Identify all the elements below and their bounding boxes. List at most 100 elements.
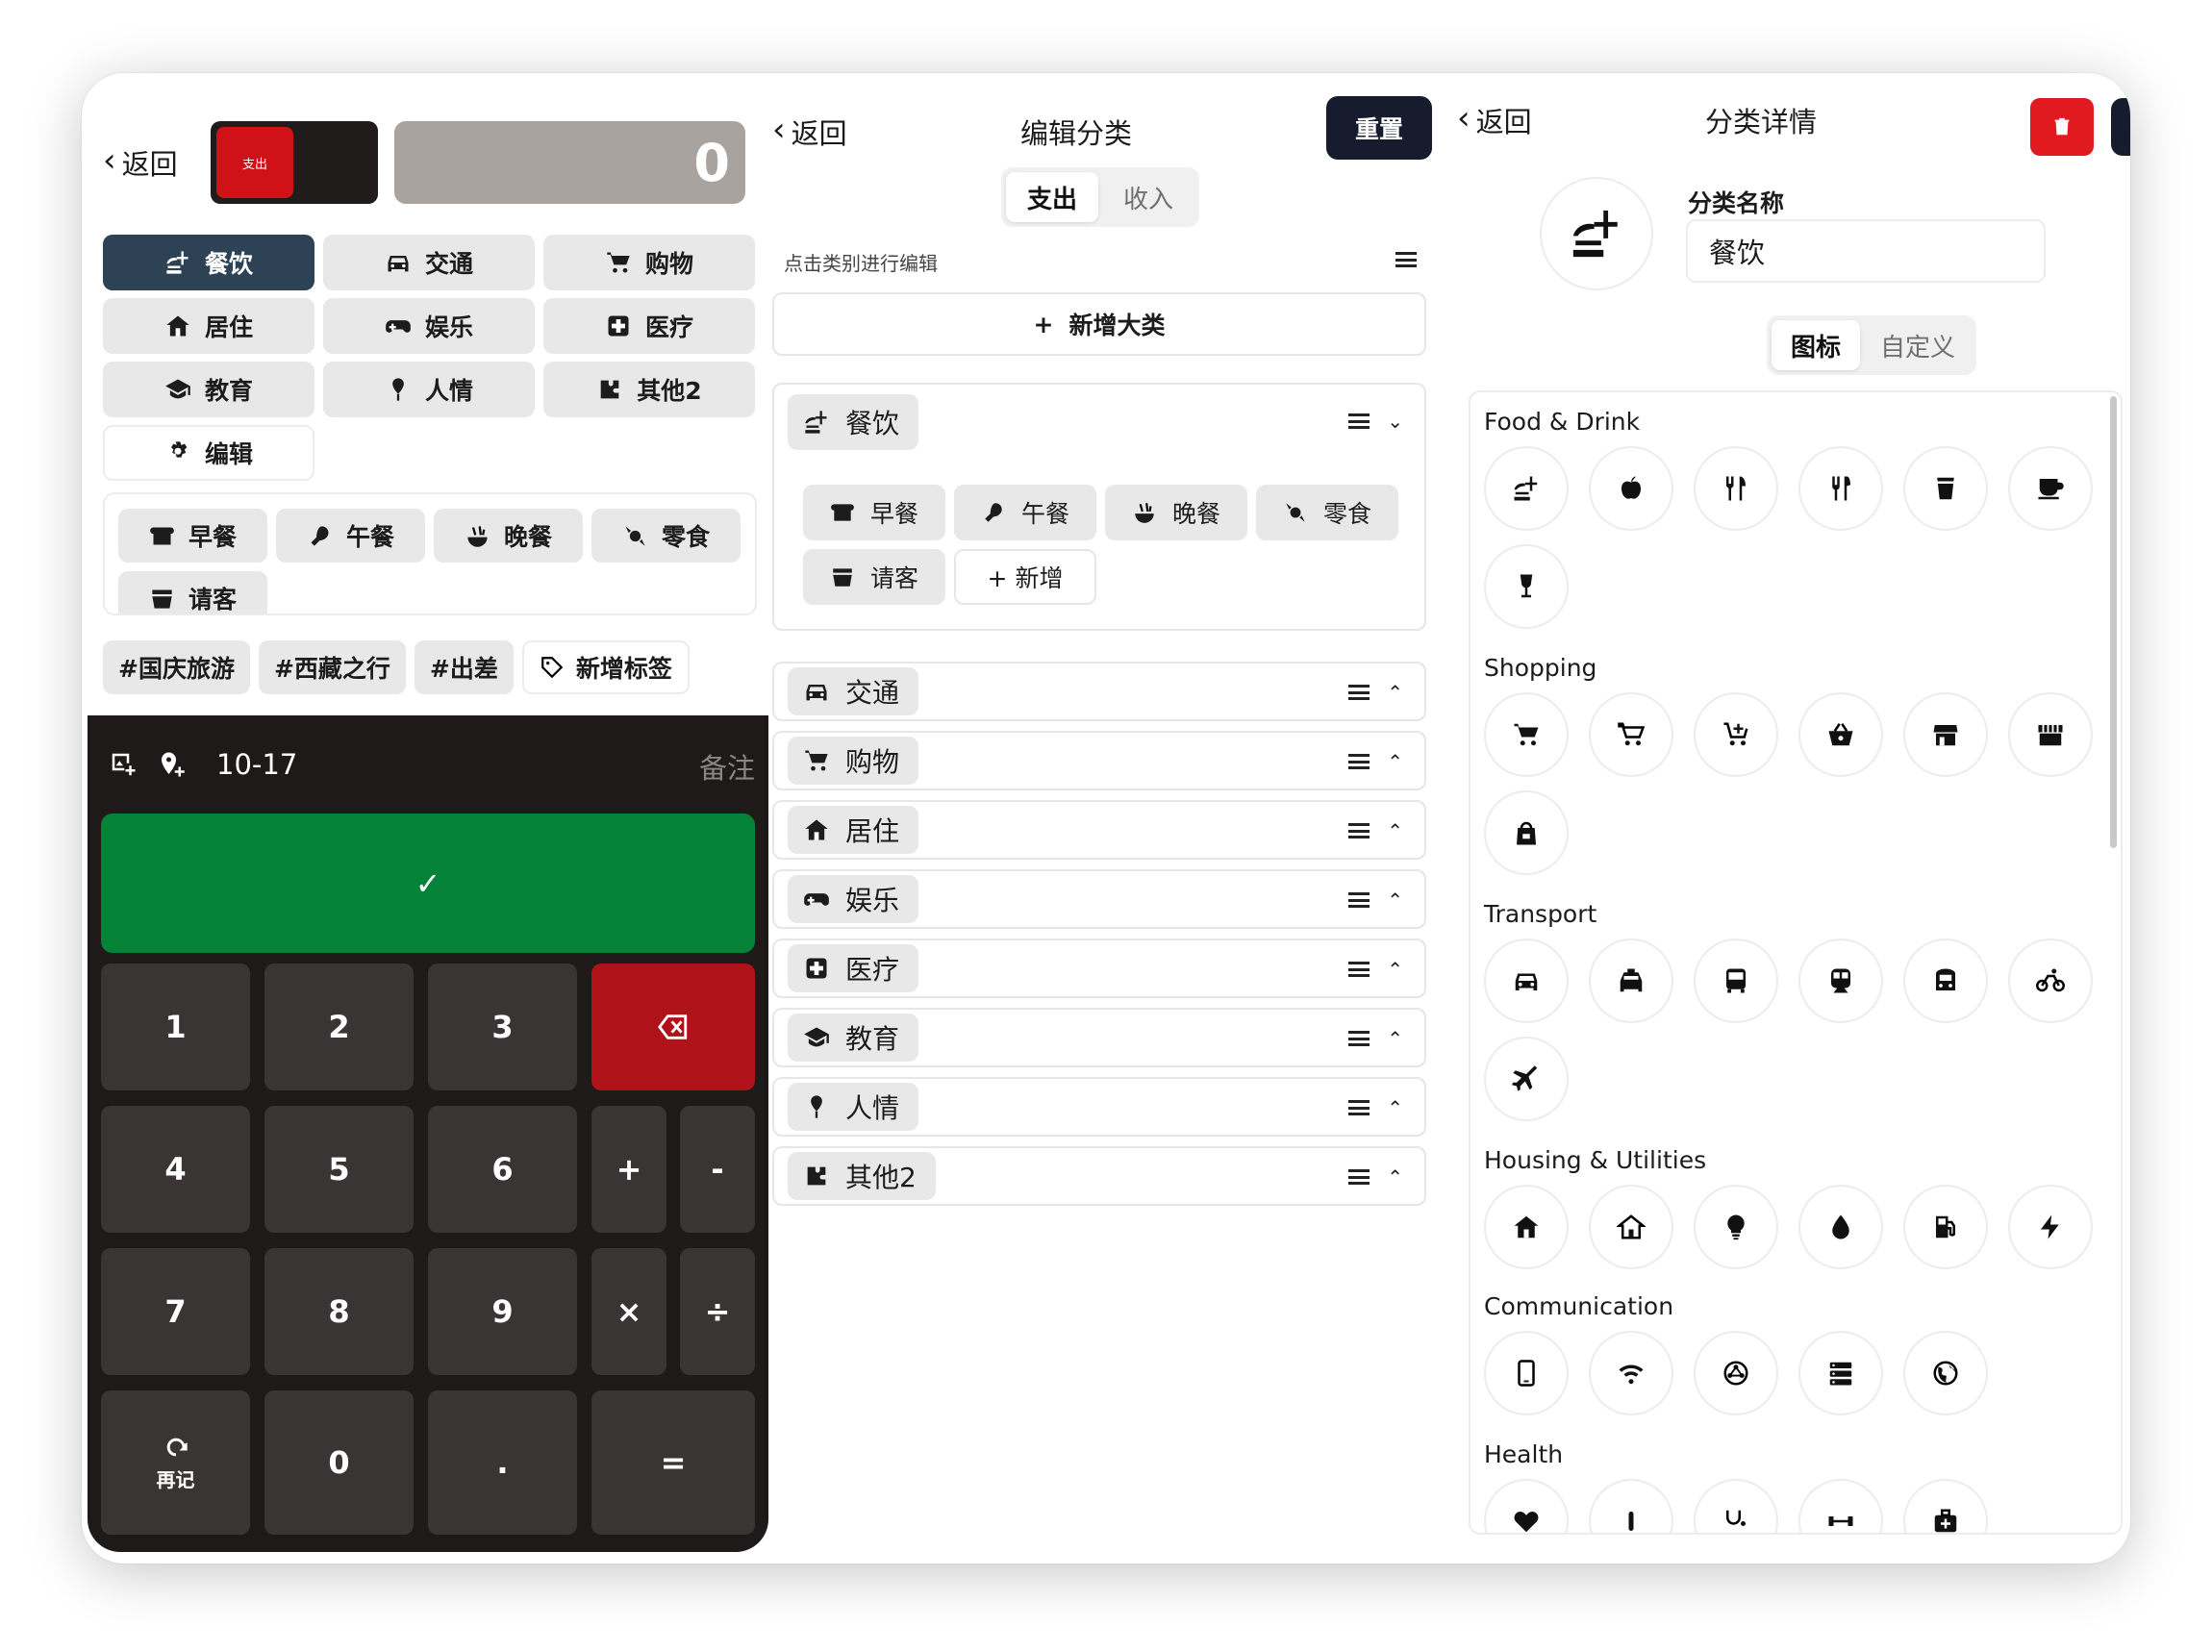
date-picker[interactable]: 10-17: [216, 748, 297, 781]
icon-option[interactable]: [2008, 692, 2093, 777]
key-2[interactable]: 2: [264, 964, 414, 1090]
chevron-up-icon[interactable]: ⌃: [1387, 960, 1403, 979]
type-toggle[interactable]: 支出: [211, 121, 378, 204]
confirm-button[interactable]: ✓: [101, 813, 755, 953]
icon-option[interactable]: [1484, 544, 1569, 629]
icon-option[interactable]: [1484, 1037, 1569, 1121]
icon-option[interactable]: [1903, 939, 1988, 1023]
note-field[interactable]: 备注: [699, 746, 755, 787]
key-4[interactable]: 4: [101, 1106, 250, 1233]
icon-option[interactable]: [1589, 446, 1673, 531]
category-button[interactable]: 教育: [103, 362, 314, 417]
tab-custom[interactable]: 自定义: [1864, 320, 1972, 370]
category-card-expanded[interactable]: 餐饮 ⌄ 早餐 午餐 晚餐 零食 请客 + 新增: [772, 383, 1426, 631]
subcategory-chip[interactable]: 请客: [803, 549, 945, 605]
tag-chip[interactable]: #西藏之行: [258, 640, 406, 694]
icon-option[interactable]: [1798, 1479, 1883, 1533]
subcategory-chip[interactable]: 早餐: [803, 485, 945, 540]
back-button[interactable]: ‹ 返回: [1457, 100, 1532, 140]
back-button[interactable]: ‹ 返回: [772, 112, 847, 152]
subcategory-chip[interactable]: 零食: [1256, 485, 1398, 540]
key-9[interactable]: 9: [428, 1248, 577, 1375]
chevron-up-icon[interactable]: ⌃: [1387, 890, 1403, 910]
category-card[interactable]: 交通 ⌃: [772, 662, 1426, 721]
tab-income[interactable]: 收入: [1102, 172, 1194, 222]
backspace-button[interactable]: [591, 964, 755, 1090]
decimal-key[interactable]: .: [428, 1390, 577, 1535]
add-major-category-button[interactable]: + 新增大类: [772, 292, 1426, 356]
subcategory-button[interactable]: 午餐: [276, 509, 425, 563]
category-chip[interactable]: 人情: [788, 1083, 919, 1131]
chevron-up-icon[interactable]: ⌃: [1387, 1098, 1403, 1117]
subcategory-button[interactable]: 请客: [118, 571, 267, 613]
drag-handle-icon[interactable]: [1348, 823, 1370, 839]
icon-option[interactable]: [1589, 1479, 1673, 1533]
icon-option[interactable]: [1484, 692, 1569, 777]
delete-button[interactable]: [2030, 98, 2094, 156]
drag-handle-icon[interactable]: [1348, 1169, 1370, 1185]
subcategory-chip[interactable]: 晚餐: [1105, 485, 1247, 540]
icon-option[interactable]: [1484, 1331, 1569, 1415]
times-key[interactable]: ×: [591, 1248, 666, 1375]
drag-handle-icon[interactable]: [1348, 754, 1370, 769]
category-button[interactable]: 居住: [103, 298, 314, 354]
key-3[interactable]: 3: [428, 964, 577, 1090]
icon-option[interactable]: [1798, 939, 1883, 1023]
icon-option[interactable]: [1798, 692, 1883, 777]
chevron-down-icon[interactable]: ⌄: [1387, 412, 1403, 431]
key-6[interactable]: 6: [428, 1106, 577, 1233]
tag-chip[interactable]: #出差: [414, 640, 514, 694]
icon-option[interactable]: [1589, 1185, 1673, 1269]
category-chip[interactable]: 交通: [788, 667, 919, 715]
edit-categories-button[interactable]: 编辑: [103, 425, 314, 481]
icon-option[interactable]: [1484, 446, 1569, 531]
subcategory-button[interactable]: 零食: [591, 509, 741, 563]
subcategory-chip[interactable]: 午餐: [954, 485, 1096, 540]
key-0[interactable]: 0: [264, 1390, 414, 1535]
icon-option[interactable]: [1903, 1331, 1988, 1415]
equals-key[interactable]: =: [591, 1390, 755, 1535]
category-button[interactable]: 人情: [323, 362, 535, 417]
icon-option[interactable]: [1484, 790, 1569, 875]
icon-option[interactable]: [1694, 1331, 1778, 1415]
icon-option[interactable]: [1694, 692, 1778, 777]
drag-handle-icon[interactable]: [1348, 962, 1370, 977]
icon-option[interactable]: [1798, 1185, 1883, 1269]
name-input[interactable]: 餐饮: [1686, 219, 2046, 283]
category-card[interactable]: 教育 ⌃: [772, 1008, 1426, 1067]
scrollbar[interactable]: [2110, 396, 2117, 848]
category-button[interactable]: 其他2: [543, 362, 755, 417]
minus-key[interactable]: -: [680, 1106, 755, 1233]
icon-option[interactable]: [2008, 939, 2093, 1023]
reset-button[interactable]: 重置: [1326, 96, 1432, 160]
location-add-icon[interactable]: [157, 750, 186, 779]
key-5[interactable]: 5: [264, 1106, 414, 1233]
category-card[interactable]: 人情 ⌃: [772, 1077, 1426, 1137]
icon-option[interactable]: [1903, 692, 1988, 777]
category-button[interactable]: 餐饮: [103, 235, 314, 290]
category-card[interactable]: 医疗 ⌃: [772, 939, 1426, 998]
icon-option[interactable]: [1589, 1331, 1673, 1415]
key-7[interactable]: 7: [101, 1248, 250, 1375]
category-chip[interactable]: 教育: [788, 1014, 919, 1062]
tag-chip[interactable]: #国庆旅游: [103, 640, 250, 694]
tab-expense[interactable]: 支出: [1006, 172, 1098, 222]
category-chip[interactable]: 娱乐: [788, 875, 919, 923]
subcategory-button[interactable]: 早餐: [118, 509, 267, 563]
key-8[interactable]: 8: [264, 1248, 414, 1375]
drag-handle-icon[interactable]: [1348, 413, 1370, 429]
new-tag-button[interactable]: 新增标签: [521, 640, 690, 694]
chevron-up-icon[interactable]: ⌃: [1387, 752, 1403, 771]
icon-option[interactable]: [1589, 939, 1673, 1023]
drag-handle-icon[interactable]: [1348, 1100, 1370, 1115]
icon-option[interactable]: [1589, 692, 1673, 777]
icon-option[interactable]: [1484, 1479, 1569, 1533]
icon-option[interactable]: [1694, 1479, 1778, 1533]
icon-option[interactable]: [1484, 939, 1569, 1023]
category-chip[interactable]: 购物: [788, 737, 919, 785]
icon-option[interactable]: [1798, 1331, 1883, 1415]
category-button[interactable]: 医疗: [543, 298, 755, 354]
subcategory-button[interactable]: 晚餐: [434, 509, 583, 563]
category-card[interactable]: 其他2 ⌃: [772, 1146, 1426, 1206]
category-chip[interactable]: 医疗: [788, 944, 919, 992]
